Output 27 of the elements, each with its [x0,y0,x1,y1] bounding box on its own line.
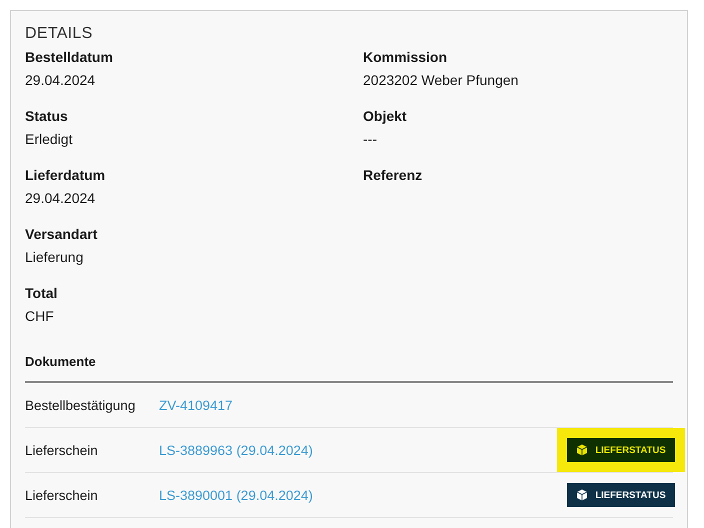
documents-heading: Dokumente [25,354,96,369]
field-value: 29.04.2024 [25,72,96,88]
box-icon [576,489,588,501]
field-label: Bestelldatum [25,49,113,65]
field-label: Status [25,108,68,124]
field-value: --- [363,131,377,147]
field-label: Objekt [363,108,407,124]
field-value: 29.04.2024 [25,190,96,206]
field-label: Referenz [363,167,422,183]
field-label: Versandart [25,226,98,242]
field-label: Kommission [363,49,448,65]
section-title: DETAILS [25,25,93,43]
document-type: Bestellbestätigung [25,398,136,412]
delivery-status-button[interactable]: LIEFERSTATUS [567,438,675,462]
delivery-status-button[interactable]: LIEFERSTATUS [567,483,675,507]
document-link[interactable]: ZV-4109417 [159,398,233,412]
field-value: Erledigt [25,131,72,147]
document-type: Lieferschein [25,442,99,458]
document-link[interactable]: LS-3890001 (29.04.2024) [159,488,313,502]
box-icon [576,444,588,456]
field-label: Lieferdatum [25,167,106,183]
document-link[interactable]: LS-3889963 (29.04.2024) [159,442,313,458]
document-type: Lieferschein [25,488,99,502]
field-value: Lieferung [25,249,84,265]
field-label: Total [25,285,58,301]
field-value: CHF [25,308,54,324]
field-value: 2023202 Weber Pfungen [363,72,518,88]
